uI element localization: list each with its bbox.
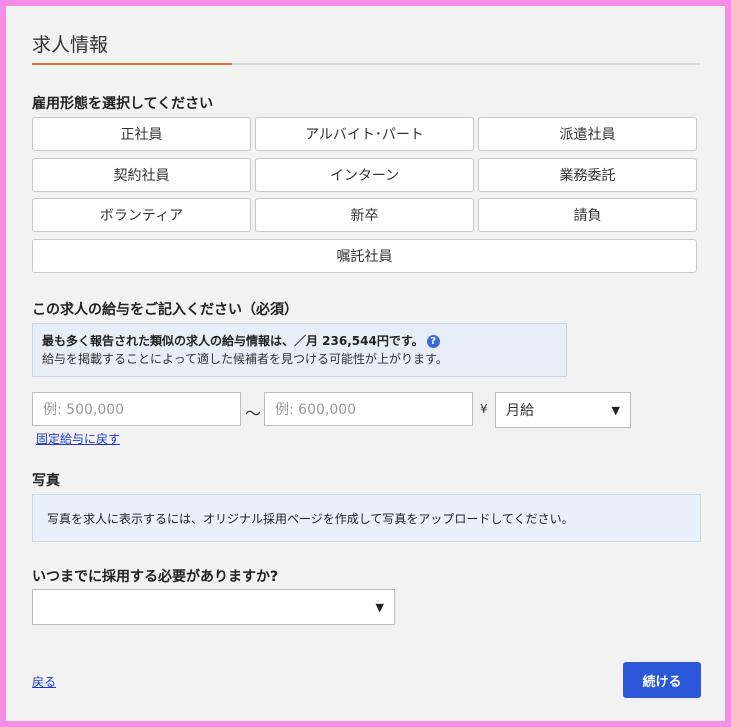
help-icon[interactable]: ? [426,335,440,348]
page-title: 求人情報 [32,34,109,56]
salary-period-value: 月給 [506,403,534,419]
employment-type-intern[interactable]: インターン [255,158,474,192]
deadline-select[interactable]: ▼ [32,589,395,625]
salary-info-note: 給与を掲載することによって適した候補者を見つける可能性が上がります。 [42,352,448,366]
employment-type-temp-staff[interactable]: 嘱託社員 [32,239,697,273]
currency-symbol: ¥ [480,402,488,416]
deadline-label: いつまでに採用する必要がありますか? [32,569,279,585]
salary-period-select[interactable]: 月給 ▼ [495,392,631,428]
photo-label: 写真 [32,473,60,489]
photo-info-text: 写真を求人に表示するには、オリジナル採用ページを作成して写真をアップロードしてく… [47,511,574,526]
salary-info-line: 最も多く報告された類似の求人の給与情報は、／月 236,544円です。? [42,332,557,350]
chevron-down-icon: ▼ [375,600,384,614]
back-link[interactable]: 戻る [32,673,56,690]
title-divider-accent [32,63,232,65]
chevron-down-icon: ▼ [611,403,620,417]
photo-info-box: 写真を求人に表示するには、オリジナル採用ページを作成して写真をアップロードしてく… [32,494,701,542]
employment-type-freelance[interactable]: 請負 [478,198,697,232]
salary-info-text: 最も多く報告された類似の求人の給与情報は、／月 236,544円です。 [42,334,424,348]
range-separator: ～ [245,404,262,423]
employment-type-outsourcing[interactable]: 業務委託 [478,158,697,192]
job-info-panel: 求人情報 雇用形態を選択してください 正社員 アルバイト･パート 派遣社員 契約… [6,6,725,721]
employment-type-volunteer[interactable]: ボランティア [32,198,251,232]
salary-min-input[interactable]: 例: 500,000 [32,392,241,426]
salary-label: この求人の給与をご記入ください（必須） [32,302,298,318]
continue-button[interactable]: 続ける [623,662,701,698]
employment-type-dispatch[interactable]: 派遣社員 [478,117,697,151]
fixed-salary-link[interactable]: 固定給与に戻す [36,430,120,447]
employment-type-new-grad[interactable]: 新卒 [255,198,474,232]
employment-type-contract[interactable]: 契約社員 [32,158,251,192]
employment-type-label: 雇用形態を選択してください [32,96,214,112]
title-divider [32,63,700,65]
salary-info-box: 最も多く報告された類似の求人の給与情報は、／月 236,544円です。? 給与を… [32,323,567,377]
employment-type-full-time[interactable]: 正社員 [32,117,251,151]
employment-type-part-time[interactable]: アルバイト･パート [255,117,474,151]
salary-max-input[interactable]: 例: 600,000 [264,392,473,426]
